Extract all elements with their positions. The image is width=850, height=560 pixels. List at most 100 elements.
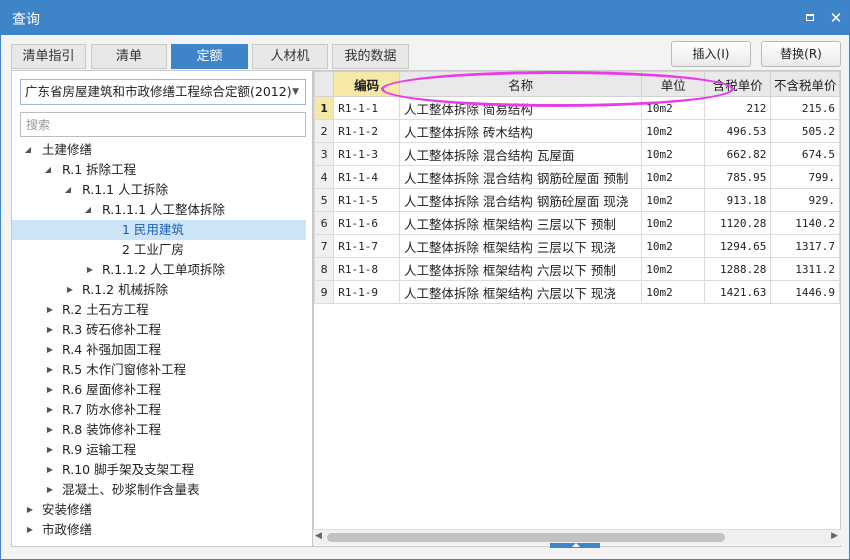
table-row[interactable]: 6 R1-1-6 人工整体拆除 框架结构 三层以下 预制 10m2 1120.2… (314, 211, 840, 235)
table-row[interactable]: 8 R1-1-8 人工整体拆除 框架结构 六层以下 预制 10m2 1288.2… (314, 257, 840, 281)
tree-node-r8[interactable]: ▶ R.8 装饰修补工程 (12, 420, 306, 440)
collapsed-triangle-icon[interactable]: ▶ (24, 520, 36, 540)
collapsed-triangle-icon[interactable]: ▶ (44, 380, 56, 400)
collapsed-triangle-icon[interactable]: ▶ (44, 360, 56, 380)
cell-tax-price[interactable]: 496.53 (704, 119, 772, 143)
search-input[interactable] (20, 112, 306, 137)
cell-notax-price[interactable]: 929. (770, 188, 840, 212)
cell-unit[interactable]: 10m2 (641, 234, 706, 258)
column-header-code[interactable]: 编码 (333, 71, 400, 97)
cell-name[interactable]: 人工整体拆除 混合结构 钢筋砼屋面 预制 (398, 165, 643, 189)
minimize-icon[interactable] (802, 9, 820, 27)
tree-node-r1-2[interactable]: ▶ R.1.2 机械拆除 (12, 280, 306, 300)
tree-node-concrete-mortar-table[interactable]: ▶ 混凝土、砂浆制作含量表 (12, 480, 306, 500)
tab-labor-material-machine[interactable]: 人材机 (252, 44, 328, 69)
cell-name[interactable]: 人工整体拆除 简易结构 (398, 96, 643, 120)
cell-name[interactable]: 人工整体拆除 砖木结构 (398, 119, 643, 143)
scrollbar-thumb[interactable] (327, 533, 725, 542)
replace-button[interactable]: 替换(R) (761, 41, 841, 67)
cell-notax-price[interactable]: 799. (770, 165, 840, 189)
close-icon[interactable]: ✕ (827, 9, 845, 27)
cell-notax-price[interactable]: 505.2 (770, 119, 840, 143)
collapsed-triangle-icon[interactable]: ▶ (64, 280, 76, 300)
tree-node-municipal-repair[interactable]: ▶ 市政修缮 (12, 520, 306, 540)
expanded-triangle-icon[interactable]: ◢ (62, 180, 74, 200)
table-row[interactable]: 3 R1-1-3 人工整体拆除 混合结构 瓦屋面 10m2 662.82 674… (314, 142, 840, 166)
table-row[interactable]: 1 R1-1-1 人工整体拆除 简易结构 10m2 212 215.6 (314, 96, 840, 120)
scroll-left-icon[interactable]: ◀ (315, 531, 322, 541)
tree-node-r3[interactable]: ▶ R.3 砖石修补工程 (12, 320, 306, 340)
collapsed-triangle-icon[interactable]: ▶ (44, 480, 56, 500)
tree-node-industrial-plant[interactable]: 2 工业厂房 (12, 240, 306, 260)
collapsed-triangle-icon[interactable]: ▶ (24, 500, 36, 520)
cell-tax-price[interactable]: 662.82 (704, 142, 772, 166)
tree-node-r10[interactable]: ▶ R.10 脚手架及支架工程 (12, 460, 306, 480)
cell-code[interactable]: R1-1-1 (333, 96, 400, 120)
expanded-triangle-icon[interactable]: ◢ (22, 140, 34, 160)
collapsed-triangle-icon[interactable]: ▶ (44, 400, 56, 420)
cell-name[interactable]: 人工整体拆除 框架结构 三层以下 现浇 (398, 234, 643, 258)
cell-tax-price[interactable]: 785.95 (704, 165, 772, 189)
tree-node-r9[interactable]: ▶ R.9 运输工程 (12, 440, 306, 460)
cell-name[interactable]: 人工整体拆除 混合结构 瓦屋面 (398, 142, 643, 166)
cell-notax-price[interactable]: 215.6 (770, 96, 840, 120)
tree-node-r1[interactable]: ◢ R.1 拆除工程 (12, 160, 306, 180)
title-bar[interactable]: 查询 ✕ (1, 1, 849, 35)
tab-list[interactable]: 清单 (91, 44, 167, 69)
cell-name[interactable]: 人工整体拆除 框架结构 六层以下 预制 (398, 257, 643, 281)
cell-name[interactable]: 人工整体拆除 框架结构 三层以下 预制 (398, 211, 643, 235)
cell-notax-price[interactable]: 1140.2 (770, 211, 840, 235)
tree-node-r5[interactable]: ▶ R.5 木作门窗修补工程 (12, 360, 306, 380)
cell-tax-price[interactable]: 1294.65 (704, 234, 772, 258)
cell-unit[interactable]: 10m2 (641, 257, 706, 281)
cell-unit[interactable]: 10m2 (641, 165, 706, 189)
tab-list-guide[interactable]: 清单指引 (11, 44, 86, 69)
tree-node-r7[interactable]: ▶ R.7 防水修补工程 (12, 400, 306, 420)
column-header-tax-price[interactable]: 含税单价 (704, 71, 772, 97)
table-row[interactable]: 7 R1-1-7 人工整体拆除 框架结构 三层以下 现浇 10m2 1294.6… (314, 234, 840, 258)
tab-quota[interactable]: 定额 (171, 44, 248, 69)
cell-code[interactable]: R1-1-9 (333, 280, 400, 304)
collapsed-triangle-icon[interactable]: ▶ (44, 340, 56, 360)
cell-unit[interactable]: 10m2 (641, 142, 706, 166)
tree-node-r6[interactable]: ▶ R.6 屋面修补工程 (12, 380, 306, 400)
tree-node-civil-repair[interactable]: ◢ 土建修缮 (12, 140, 306, 160)
collapsed-triangle-icon[interactable]: ▶ (44, 300, 56, 320)
cell-code[interactable]: R1-1-7 (333, 234, 400, 258)
tab-my-data[interactable]: 我的数据 (332, 44, 409, 69)
tree-node-installation-repair[interactable]: ▶ 安装修缮 (12, 500, 306, 520)
tree-node-r4[interactable]: ▶ R.4 补强加固工程 (12, 340, 306, 360)
table-row[interactable]: 4 R1-1-4 人工整体拆除 混合结构 钢筋砼屋面 预制 10m2 785.9… (314, 165, 840, 189)
table-row[interactable]: 5 R1-1-5 人工整体拆除 混合结构 钢筋砼屋面 现浇 10m2 913.1… (314, 188, 840, 212)
cell-code[interactable]: R1-1-8 (333, 257, 400, 281)
collapsed-triangle-icon[interactable]: ▶ (44, 320, 56, 340)
tree-node-r1-1-1[interactable]: ◢ R.1.1.1 人工整体拆除 (12, 200, 306, 220)
column-header-unit[interactable]: 单位 (641, 71, 706, 97)
insert-button[interactable]: 插入(I) (671, 41, 751, 67)
cell-code[interactable]: R1-1-3 (333, 142, 400, 166)
cell-unit[interactable]: 10m2 (641, 96, 706, 120)
expanded-triangle-icon[interactable]: ◢ (42, 160, 54, 180)
scroll-right-icon[interactable]: ▶ (831, 531, 838, 541)
expanded-triangle-icon[interactable]: ◢ (82, 200, 94, 220)
cell-notax-price[interactable]: 674.5 (770, 142, 840, 166)
row-number-header[interactable] (314, 71, 335, 97)
cell-tax-price[interactable]: 1288.28 (704, 257, 772, 281)
cell-unit[interactable]: 10m2 (641, 119, 706, 143)
table-row[interactable]: 9 R1-1-9 人工整体拆除 框架结构 六层以下 现浇 10m2 1421.6… (314, 280, 840, 304)
quota-library-select[interactable]: 广东省房屋建筑和市政修缮工程综合定额(2012) ▼ (20, 79, 306, 105)
cell-code[interactable]: R1-1-5 (333, 188, 400, 212)
cell-unit[interactable]: 10m2 (641, 188, 706, 212)
collapsed-triangle-icon[interactable]: ▶ (44, 460, 56, 480)
tree-node-r1-1[interactable]: ◢ R.1.1 人工拆除 (12, 180, 306, 200)
cell-code[interactable]: R1-1-6 (333, 211, 400, 235)
collapsed-triangle-icon[interactable]: ▶ (84, 260, 96, 280)
cell-code[interactable]: R1-1-4 (333, 165, 400, 189)
column-header-name[interactable]: 名称 (398, 71, 643, 97)
cell-notax-price[interactable]: 1446.9 (770, 280, 840, 304)
cell-unit[interactable]: 10m2 (641, 280, 706, 304)
collapsed-triangle-icon[interactable]: ▶ (44, 440, 56, 460)
table-row[interactable]: 2 R1-1-2 人工整体拆除 砖木结构 10m2 496.53 505.2 (314, 119, 840, 143)
cell-tax-price[interactable]: 1120.28 (704, 211, 772, 235)
panel-collapse-handle[interactable] (550, 543, 600, 548)
